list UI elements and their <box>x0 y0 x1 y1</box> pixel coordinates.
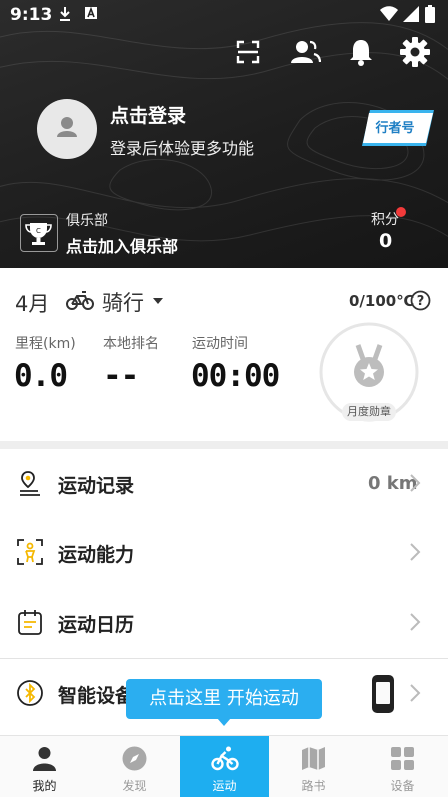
temperature-reading: 0/100℃ <box>349 292 415 310</box>
ranking-value: -- <box>103 358 139 394</box>
nav-label: 发现 <box>122 779 147 793</box>
duration-value: 00:00 <box>191 358 280 394</box>
nav-label: 设备 <box>390 779 415 793</box>
ranking-label: 本地排名 <box>103 336 159 352</box>
trophy-icon[interactable]: C <box>20 214 58 252</box>
club-label: 俱乐部 <box>66 213 108 229</box>
bike-computer-image <box>372 675 394 713</box>
start-exercise-tooltip[interactable]: 点击这里 开始运动 <box>126 679 322 719</box>
nav-tab-me[interactable]: 我的 <box>0 736 89 797</box>
points-value: 0 <box>379 230 393 252</box>
gear-icon[interactable] <box>399 36 431 68</box>
nav-tab-routes[interactable]: 路书 <box>269 736 358 797</box>
distance-value: 0.0 <box>14 358 68 394</box>
bell-icon[interactable] <box>345 36 377 68</box>
section-divider <box>0 441 448 449</box>
medal-label: 月度勋章 <box>342 403 396 421</box>
ability-icon <box>17 539 43 565</box>
compass-icon <box>122 746 147 771</box>
track-pin-icon <box>20 471 40 496</box>
nav-tab-discover[interactable]: 发现 <box>90 736 179 797</box>
nav-tab-devices[interactable]: 设备 <box>358 736 447 797</box>
bluetooth-icon <box>17 680 43 706</box>
badge-label: 行者号 <box>375 121 415 136</box>
nav-label: 我的 <box>32 779 57 793</box>
duration-label: 运动时间 <box>192 336 248 352</box>
devices-icon <box>391 747 414 770</box>
calendar-icon <box>18 610 42 635</box>
menu-label: 运动记录 <box>58 475 135 497</box>
scan-icon[interactable] <box>232 36 264 68</box>
signal-icon <box>403 6 419 22</box>
wifi-icon <box>380 6 398 21</box>
month-selector[interactable]: 4月 <box>15 288 49 318</box>
map-icon <box>302 747 325 770</box>
menu-item-records[interactable]: 运动记录 0 km <box>0 449 448 517</box>
profile-header: 9:13 点击登录 登录后体验更多功能 行者号 C 俱乐部 点击加入俱乐部 积分… <box>0 0 448 268</box>
sport-type-dropdown[interactable]: 骑行 <box>102 287 144 317</box>
battery-icon <box>425 5 435 23</box>
menu-label: 智能设备 <box>58 685 135 707</box>
join-club-link[interactable]: 点击加入俱乐部 <box>66 233 178 257</box>
help-icon[interactable]: ? <box>410 290 431 311</box>
chevron-right-icon <box>410 474 421 492</box>
nav-label: 运动 <box>212 779 237 793</box>
points-label[interactable]: 积分 <box>371 209 399 229</box>
download-icon <box>60 7 70 21</box>
nav-tab-exercise[interactable]: 运动 <box>180 736 269 797</box>
login-subtitle: 登录后体验更多功能 <box>110 139 255 158</box>
xingzhe-id-badge[interactable]: 行者号 <box>362 107 442 149</box>
nav-label: 路书 <box>301 779 326 793</box>
distance-label: 里程(km) <box>15 336 76 352</box>
notification-dot <box>396 207 406 217</box>
person-placeholder-icon <box>57 117 77 137</box>
bottom-navigation: 我的 发现 运动 路书 设备 <box>0 735 448 797</box>
chevron-right-icon <box>410 543 421 561</box>
avatar[interactable] <box>37 99 97 159</box>
menu-item-ability[interactable]: 运动能力 <box>0 518 448 586</box>
chevron-right-icon <box>410 613 421 631</box>
svg-text:?: ? <box>417 294 425 309</box>
chevron-right-icon <box>410 684 421 702</box>
keyboard-indicator-icon <box>85 6 97 19</box>
person-icon <box>33 747 56 771</box>
login-title[interactable]: 点击登录 <box>110 101 186 128</box>
bike-icon <box>66 291 94 310</box>
chevron-down-icon[interactable] <box>153 298 163 304</box>
menu-label: 运动日历 <box>58 614 135 636</box>
friends-icon[interactable] <box>289 36 321 68</box>
tooltip-arrow <box>217 718 231 726</box>
menu-label: 运动能力 <box>58 544 135 566</box>
svg-text:C: C <box>36 227 41 235</box>
menu-item-calendar[interactable]: 运动日历 <box>0 588 448 656</box>
status-bar: 9:13 <box>0 0 448 30</box>
status-time: 9:13 <box>10 5 53 25</box>
bike-icon <box>211 746 239 771</box>
